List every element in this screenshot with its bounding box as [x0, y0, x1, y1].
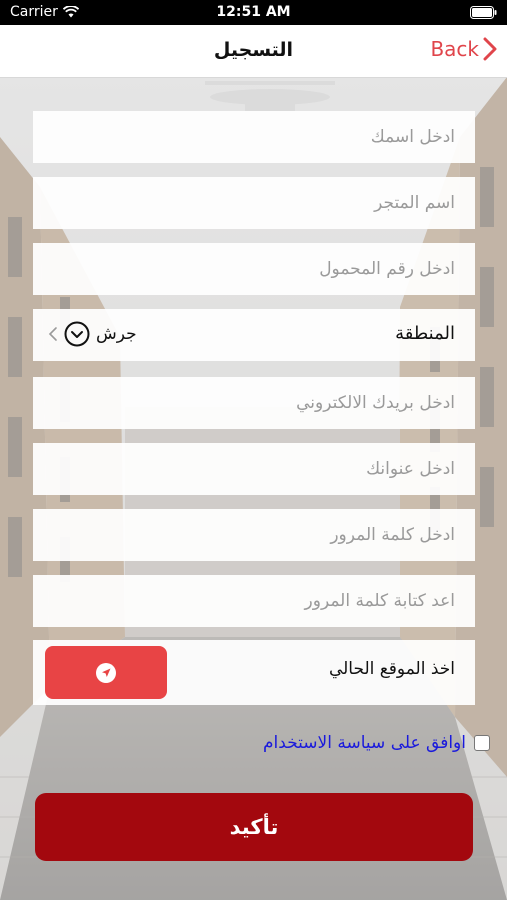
- chevron-left-icon: [48, 327, 57, 341]
- confirm-button[interactable]: تأكيد: [35, 793, 473, 861]
- region-select[interactable]: جرش: [48, 321, 137, 347]
- circle-chevron-down-icon: [64, 321, 90, 347]
- terms-agreement: اوافق على سياسة الاستخدام: [220, 730, 490, 756]
- store-field[interactable]: [33, 177, 475, 229]
- name-input[interactable]: [33, 111, 475, 163]
- battery-icon: [470, 6, 497, 23]
- location-row: اخذ الموقع الحالي: [33, 640, 475, 705]
- mobile-field[interactable]: [33, 243, 475, 295]
- status-bar: Carrier 12:51 AM: [0, 0, 507, 25]
- back-button[interactable]: Back: [430, 37, 497, 61]
- name-field[interactable]: [33, 111, 475, 163]
- address-field[interactable]: [33, 443, 475, 495]
- email-field[interactable]: [33, 377, 475, 429]
- confirm-password-field[interactable]: [33, 575, 475, 627]
- confirm-password-input[interactable]: [33, 575, 475, 627]
- region-label: المنطقة: [395, 323, 455, 344]
- email-input[interactable]: [33, 377, 475, 429]
- password-input[interactable]: [33, 509, 475, 561]
- region-value: جرش: [96, 324, 137, 344]
- location-label: اخذ الموقع الحالي: [328, 659, 455, 679]
- get-location-button[interactable]: [45, 646, 167, 699]
- chevron-right-icon: [483, 37, 497, 61]
- navigation-bar: التسجيل Back: [0, 25, 507, 78]
- terms-link[interactable]: اوافق على سياسة الاستخدام: [263, 733, 466, 753]
- back-label: Back: [430, 37, 479, 61]
- status-time: 12:51 AM: [216, 4, 291, 20]
- terms-checkbox[interactable]: [474, 735, 490, 751]
- address-input[interactable]: [33, 443, 475, 495]
- mobile-input[interactable]: [33, 243, 475, 295]
- password-field[interactable]: [33, 509, 475, 561]
- navigation-arrow-icon: [96, 662, 116, 683]
- store-name-input[interactable]: [33, 177, 475, 229]
- region-field[interactable]: المنطقة جرش: [33, 309, 475, 361]
